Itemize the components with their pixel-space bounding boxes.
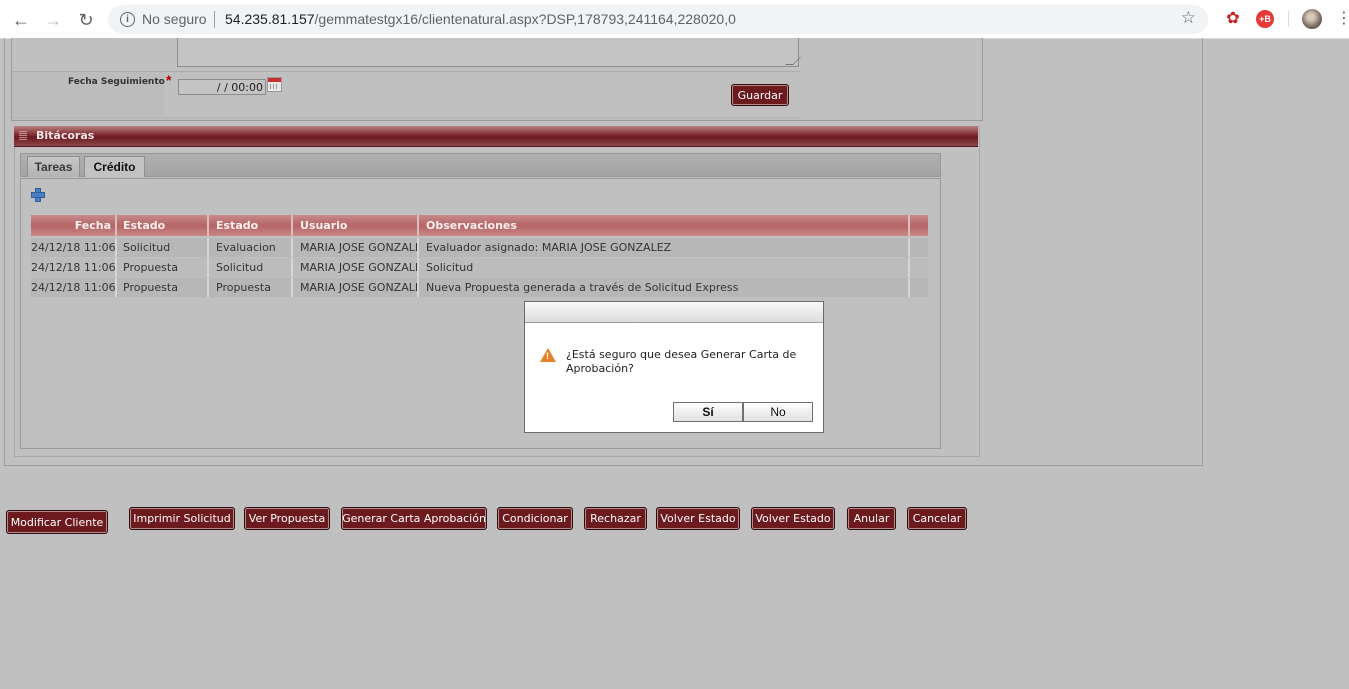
cell-extra — [910, 238, 928, 257]
column-header-observaciones[interactable]: Observaciones — [419, 215, 910, 236]
dialog-titlebar[interactable] — [525, 302, 823, 323]
cell-observaciones: Nueva Propuesta generada a través de Sol… — [419, 278, 910, 297]
cell-observaciones: Evaluador asignado: MARIA JOSE GONZALEZ — [419, 238, 910, 257]
column-header-estado-anterior[interactable]: Estado Anterior — [117, 215, 209, 253]
grid-header: Fecha Estado Anterior Estado Actual Usua… — [31, 215, 928, 253]
guardar-button[interactable]: Guardar — [731, 84, 789, 106]
browser-toolbar: ← → ↻ i No seguro 54.235.81.157/gemmates… — [0, 0, 1349, 39]
bitacoras-title: Bitácoras — [36, 129, 95, 142]
url-host: 54.235.81.157 — [225, 11, 315, 27]
profile-avatar[interactable] — [1302, 9, 1322, 29]
cancelar-button[interactable]: Cancelar — [907, 507, 967, 530]
cell-usuario: MARIA JOSE GONZALEZ — [293, 258, 419, 277]
rechazar-button[interactable]: Rechazar — [584, 507, 647, 530]
security-label[interactable]: No seguro — [142, 11, 207, 27]
generar-carta-aprobacion-button[interactable]: Generar Carta Aprobación — [341, 507, 487, 530]
add-plus-icon[interactable] — [31, 188, 45, 202]
column-header-extra — [910, 215, 928, 236]
table-row[interactable]: 24/12/18 11:06 Propuesta Solicitud MARIA… — [31, 258, 928, 277]
address-bar[interactable]: i No seguro 54.235.81.157/gemmatestgx16/… — [108, 5, 1208, 34]
grip-icon — [19, 130, 27, 140]
calendar-icon[interactable] — [267, 77, 282, 92]
imprimir-solicitud-button[interactable]: Imprimir Solicitud — [129, 507, 235, 530]
red-extension-icon[interactable]: +B — [1256, 10, 1274, 28]
cell-estado-actual: Evaluacion — [209, 238, 293, 257]
table-row[interactable]: 24/12/18 11:06 Solicitud Evaluacion MARI… — [31, 238, 928, 257]
bitacoras-header[interactable]: Bitácoras — [14, 126, 978, 147]
omnibox-separator — [214, 11, 215, 28]
anular-button[interactable]: Anular — [847, 507, 896, 530]
table-row[interactable]: 24/12/18 11:06 Propuesta Propuesta MARIA… — [31, 278, 928, 297]
cell-estado-anterior: Solicitud — [117, 238, 209, 257]
fecha-seguimiento-label: Fecha Seguimiento — [68, 77, 165, 87]
reload-icon[interactable]: ↻ — [75, 9, 97, 31]
cell-extra — [910, 278, 928, 297]
bookmark-star-icon[interactable]: ☆ — [1181, 8, 1196, 28]
column-header-fecha[interactable]: Fecha — [31, 215, 117, 236]
warning-icon: ! — [540, 348, 556, 362]
resize-handle-icon[interactable] — [785, 57, 801, 65]
tab-credito[interactable]: Crédito — [84, 156, 145, 177]
url-text[interactable]: 54.235.81.157/gemmatestgx16/clientenatur… — [225, 11, 736, 27]
no-button[interactable]: No — [743, 402, 813, 422]
column-header-estado-actual[interactable]: Estado Actual — [209, 215, 293, 253]
cell-usuario: MARIA JOSE GONZALEZ — [293, 238, 419, 257]
cell-estado-anterior: Propuesta — [117, 278, 209, 297]
forward-arrow-icon[interactable]: → — [42, 9, 64, 31]
condicionar-button[interactable]: Condicionar — [497, 507, 573, 530]
fecha-seguimiento-input[interactable]: / / 00:00 — [178, 79, 266, 95]
back-arrow-icon[interactable]: ← — [10, 9, 32, 31]
volver-estado-button[interactable]: Volver Estado — [656, 507, 740, 530]
cell-estado-anterior: Propuesta — [117, 258, 209, 277]
cell-estado-actual: Propuesta — [209, 278, 293, 297]
url-path: /gemmatestgx16/clientenatural.aspx?DSP,1… — [314, 11, 736, 27]
info-icon[interactable]: i — [120, 12, 135, 27]
confirm-dialog: ! ¿Está seguro que desea Generar Carta d… — [524, 301, 824, 433]
menu-dots-icon[interactable]: ⋮ — [1336, 8, 1349, 30]
required-mark: * — [166, 72, 172, 88]
cell-extra — [910, 258, 928, 277]
cell-usuario: MARIA JOSE GONZALEZ — [293, 278, 419, 297]
toolbar-separator — [1288, 11, 1289, 27]
cell-fecha: 24/12/18 11:06 — [31, 278, 117, 297]
cell-fecha: 24/12/18 11:06 — [31, 238, 117, 257]
yes-button[interactable]: Sí — [673, 402, 743, 422]
volver-estado-button-2[interactable]: Volver Estado — [751, 507, 835, 530]
tab-tareas[interactable]: Tareas — [27, 156, 80, 177]
column-header-usuario[interactable]: Usuario — [293, 215, 419, 236]
modificar-cliente-button[interactable]: Modificar Cliente — [6, 510, 108, 534]
cell-observaciones: Solicitud — [419, 258, 910, 277]
cell-estado-actual: Solicitud — [209, 258, 293, 277]
row-divider — [12, 71, 800, 72]
pdf-extension-icon[interactable]: ✿ — [1224, 10, 1242, 28]
dialog-message: ¿Está seguro que desea Generar Carta de … — [566, 348, 797, 375]
comments-textarea[interactable] — [177, 38, 801, 67]
tab-bar: Tareas Crédito — [20, 153, 941, 177]
cell-fecha: 24/12/18 11:06 — [31, 258, 117, 277]
form-bottom-strip — [12, 117, 800, 119]
ver-propuesta-button[interactable]: Ver Propuesta — [244, 507, 330, 530]
